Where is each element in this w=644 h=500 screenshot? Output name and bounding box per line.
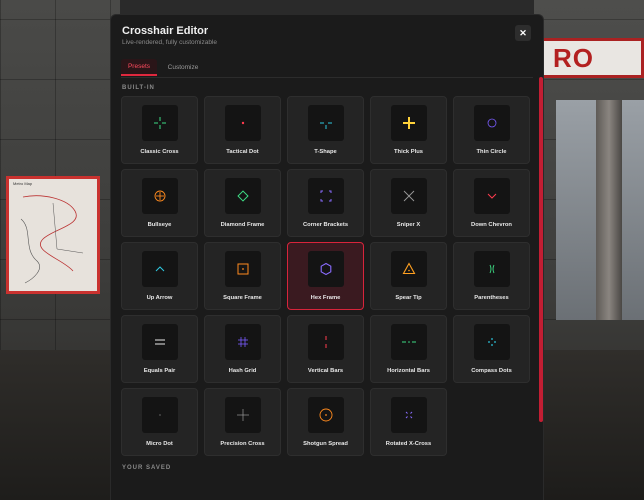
metro-map-lines — [20, 195, 84, 284]
close-button[interactable]: ✕ — [515, 25, 531, 41]
preset-label: Down Chevron — [471, 222, 512, 228]
preset-card-parentheses[interactable]: Parentheses — [453, 242, 530, 310]
preset-card-classic-cross[interactable]: Classic Cross — [121, 96, 198, 164]
preset-label: Shotgun Spread — [303, 441, 348, 447]
preset-label: Equals Pair — [143, 368, 176, 374]
station-sign-text: RO — [553, 43, 594, 73]
square-frame-icon — [225, 251, 261, 287]
builtin-section-label: BUILT-IN — [122, 85, 155, 91]
left-floor — [0, 350, 120, 500]
preset-label: Spear Tip — [395, 295, 422, 301]
preset-card-down-chevron[interactable]: Down Chevron — [453, 169, 530, 237]
preset-label: Square Frame — [223, 295, 262, 301]
preset-card-diamond-frame[interactable]: Diamond Frame — [204, 169, 281, 237]
modal-subtitle: Live-rendered, fully customizable — [122, 39, 218, 46]
station-sign: RO — [540, 38, 644, 78]
rotated-x-icon — [391, 397, 427, 433]
modal-header: Crosshair Editor Live-rendered, fully cu… — [111, 15, 543, 59]
preset-label: Thin Circle — [476, 149, 507, 155]
preset-label: T-Shape — [314, 149, 337, 155]
preset-card-thin-circle[interactable]: Thin Circle — [453, 96, 530, 164]
preset-label: Compass Dots — [471, 368, 512, 374]
preset-card-hash-grid[interactable]: Hash Grid — [204, 315, 281, 383]
preset-label: Hex Frame — [310, 295, 341, 301]
micro-dot-icon — [142, 397, 178, 433]
preset-card-micro-dot[interactable]: Micro Dot — [121, 388, 198, 456]
preset-card-tactical-dot[interactable]: Tactical Dot — [204, 96, 281, 164]
preset-card-sniper-x[interactable]: Sniper X — [370, 169, 447, 237]
crosshair-editor-modal: Crosshair Editor Live-rendered, fully cu… — [110, 14, 544, 500]
preset-label: Rotated X-Cross — [385, 441, 432, 447]
metro-map-title: Metro Map — [13, 181, 33, 186]
bullseye-icon — [142, 178, 178, 214]
preset-card-shotgun-spread[interactable]: Shotgun Spread — [287, 388, 364, 456]
doorway-pillar — [596, 100, 622, 320]
preset-label: Corner Brackets — [302, 222, 349, 228]
station-doorway — [556, 100, 644, 320]
shotgun-spread-icon — [308, 397, 344, 433]
preset-card-vertical-bars[interactable]: Vertical Bars — [287, 315, 364, 383]
preset-card-corner-brackets[interactable]: Corner Brackets — [287, 169, 364, 237]
preset-card-square-frame[interactable]: Square Frame — [204, 242, 281, 310]
preset-label: Parentheses — [474, 295, 509, 301]
preset-label: Sniper X — [396, 222, 421, 228]
preset-card-compass-dots[interactable]: Compass Dots — [453, 315, 530, 383]
preset-label: Precision Cross — [220, 441, 265, 447]
preset-label: Diamond Frame — [220, 222, 265, 228]
horizontal-bars-icon — [391, 324, 427, 360]
close-icon: ✕ — [519, 27, 527, 38]
preset-card-precision-cross[interactable]: Precision Cross — [204, 388, 281, 456]
preset-card-t-shape[interactable]: T-Shape — [287, 96, 364, 164]
equals-icon — [142, 324, 178, 360]
dot-icon — [225, 105, 261, 141]
preset-card-hex-frame[interactable]: Hex Frame — [287, 242, 364, 310]
scrollbar[interactable] — [539, 77, 543, 422]
thick-plus-icon — [391, 105, 427, 141]
hexagon-icon — [308, 251, 344, 287]
preset-label: Vertical Bars — [307, 368, 344, 374]
x-icon — [391, 178, 427, 214]
tab-customize[interactable]: Customize — [161, 59, 205, 76]
preset-card-up-arrow[interactable]: Up Arrow — [121, 242, 198, 310]
preset-label: Micro Dot — [146, 441, 173, 447]
preset-label: Tactical Dot — [226, 149, 259, 155]
diamond-icon — [225, 178, 261, 214]
preset-label: Thick Plus — [394, 149, 423, 155]
precision-cross-icon — [225, 397, 261, 433]
circle-icon — [474, 105, 510, 141]
parentheses-icon — [474, 251, 510, 287]
corner-brackets-icon — [308, 178, 344, 214]
preset-card-bullseye[interactable]: Bullseye — [121, 169, 198, 237]
preset-card-equals-pair[interactable]: Equals Pair — [121, 315, 198, 383]
triangle-icon — [391, 251, 427, 287]
saved-section-label: YOUR SAVED — [122, 465, 172, 471]
tab-presets[interactable]: Presets — [121, 59, 157, 76]
preset-label: Hash Grid — [228, 368, 257, 374]
compass-dots-icon — [474, 324, 510, 360]
preset-card-spear-tip[interactable]: Spear Tip — [370, 242, 447, 310]
classic-cross-icon — [142, 105, 178, 141]
preset-card-thick-plus[interactable]: Thick Plus — [370, 96, 447, 164]
preset-label: Bullseye — [147, 222, 172, 228]
preset-label: Up Arrow — [146, 295, 173, 301]
preset-card-rotated-x-cross[interactable]: Rotated X-Cross — [370, 388, 447, 456]
t-shape-icon — [308, 105, 344, 141]
modal-title: Crosshair Editor — [122, 25, 209, 37]
chevron-up-icon — [142, 251, 178, 287]
chevron-down-icon — [474, 178, 510, 214]
tab-bar: Presets Customize — [121, 59, 533, 78]
preset-label: Horizontal Bars — [387, 368, 430, 374]
vertical-bars-icon — [308, 324, 344, 360]
right-floor — [534, 350, 644, 500]
hash-icon — [225, 324, 261, 360]
metro-map-poster: Metro Map — [6, 176, 100, 294]
preset-label: Classic Cross — [140, 149, 179, 155]
preset-card-horizontal-bars[interactable]: Horizontal Bars — [370, 315, 447, 383]
